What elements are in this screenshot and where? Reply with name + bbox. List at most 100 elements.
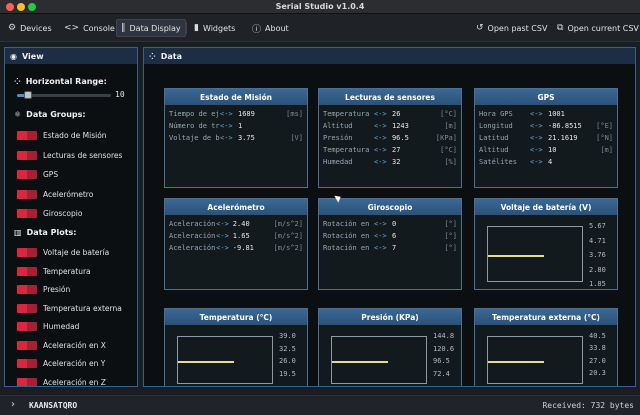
dataset-row: Rotación en Y <-> 6 [°] [323,230,457,242]
group-title: Estado de Misión [165,89,307,105]
dataset-row: Rotación en Z <-> 7 [°] [323,242,457,254]
toggle-row[interactable]: Temperatura externa [17,303,122,313]
toggle-row[interactable]: Giroscopio [17,209,82,218]
horizontal-range-heading: ⁘ Horizontal Range: [14,77,107,86]
console-button[interactable]: <> Console [60,19,119,37]
plot-widget: Presión (KPa) 144.8 120.6 96.5 72.4 [318,308,462,386]
toggle-knob [17,359,27,368]
toggle-switch[interactable] [17,170,37,179]
arrows-icon: <-> [530,146,543,154]
toggle-knob [17,303,27,313]
toggle-switch[interactable] [17,340,37,350]
toggle-track [27,266,37,276]
dataset-row: Latitud <-> 21.1619 [°N] [479,132,613,144]
widgets-button[interactable]: ▮ Widgets [190,19,239,37]
toggle-row[interactable]: Acelerómetro [17,189,93,199]
dataset-label: Aceleración e [169,232,216,240]
data-panel-title: Data [160,51,182,61]
dataset-label: Satélites [479,158,517,166]
toggle-row[interactable]: Aceleración en X [17,340,106,350]
toggle-switch[interactable] [17,150,37,160]
data-display-button[interactable]: ‖ Data Display [116,19,186,37]
arrows-icon: <-> [374,232,387,240]
toggle-knob [17,377,27,386]
dataset-label: Latitud [479,134,509,142]
toggle-row[interactable]: Estado de Misión [17,131,107,140]
group-widget: AcelerómetroAceleración e<->2.40[m/s^2]A… [164,198,308,290]
view-panel-header: ◉ View [5,48,137,64]
eye-icon: ◉ [10,51,17,61]
toggle-switch[interactable] [17,303,37,313]
arrows-icon: <-> [216,244,229,252]
dataset-unit: [°C] [440,110,457,118]
toggle-row[interactable]: GPS [17,170,58,179]
toggle-label: Humedad [43,322,80,331]
toggle-row[interactable]: Temperatura [17,266,91,276]
toggle-knob [17,131,27,140]
dataset-unit: [°E] [596,122,613,130]
toggle-track [27,322,37,331]
dataset-value: 26 [392,110,401,118]
dataset-label: Rotación en Y [323,232,374,240]
dataset-unit: [KPa] [435,134,457,142]
code-icon: <> [64,23,80,33]
plot-widget: Temperatura externa (°C) 40.5 33.8 27.0 20.3 [474,308,618,386]
dataset-label: Longitud [479,122,513,130]
open-current-csv-button[interactable]: ⧉ Open current CSV [553,19,640,37]
toggle-row[interactable]: Voltaje de batería [17,248,109,257]
toggle-row[interactable]: Humedad [17,322,79,331]
dataset-label: Aceleración e [169,220,216,228]
toggle-knob [17,248,27,257]
dataset-value: -9.81 [232,244,254,252]
dataset-row: Número de tra <-> 1 [169,120,303,132]
toggle-label: GPS [43,170,59,179]
dataset-row: Voltaje de ba <-> 3.75 [V] [169,132,303,144]
toggle-switch[interactable] [17,248,37,257]
toggle-label: Aceleración en Y [43,359,106,368]
toggle-switch[interactable] [17,377,37,386]
arrows-icon: <-> [374,220,387,228]
toggle-track [27,170,37,179]
dataset-label: Rotación en Z [323,244,374,252]
chevron-right-icon[interactable]: › [11,399,15,410]
dataset-row: Aceleración e<->-9.81 [m/s^2] [169,242,303,254]
data-panel: ⁘ Data Estado de Misión Tiempo de eje <-> 1… [143,47,636,387]
dataset-label: Voltaje de ba [169,134,220,142]
info-icon: ⓘ [252,24,262,35]
arrows-icon: <-> [220,110,233,118]
open-past-csv-button[interactable]: ↺ Open past CSV [472,19,551,37]
group-widget: Estado de Misión Tiempo de eje <-> 1689 [ms]… [164,88,308,188]
toggle-row[interactable]: Aceleración en Z [17,377,106,386]
toggle-row[interactable]: Aceleración en Y [17,359,105,368]
plot-area [331,336,427,384]
toggle-switch[interactable] [17,209,37,218]
group-body: Tiempo de eje <-> 1689 [ms] Número de tra <->… [165,105,307,147]
toggle-switch[interactable] [17,285,37,294]
dataset-value: 32 [392,158,401,166]
devices-button[interactable]: ⚙ Devices [4,19,56,37]
dataset-value: 1689 [238,110,255,118]
arrows-icon: <-> [374,244,387,252]
toggle-switch[interactable] [17,131,37,140]
toggle-row[interactable]: Presión [17,285,70,294]
y-tick-label: 40.5 [589,332,606,340]
toggle-knob [17,150,27,160]
toggle-track [27,285,37,294]
toggle-switch[interactable] [17,359,37,368]
toggle-switch[interactable] [17,322,37,331]
y-tick-label: 96.5 [433,357,450,366]
window-title: Serial Studio v1.0.4 [275,2,365,11]
about-button[interactable]: ⓘ About [248,19,293,37]
external-link-icon: ⧉ [557,23,564,33]
toggle-switch[interactable] [17,266,37,276]
toggle-switch[interactable] [17,189,37,199]
toggle-track [27,377,37,386]
slider-thumb[interactable] [24,91,33,99]
toggle-row[interactable]: Lecturas de sensores [17,150,122,160]
plot-title: Voltaje de batería (V) [475,199,617,215]
dataset-value: 3.75 [238,134,255,142]
horizontal-range-slider[interactable] [17,91,111,99]
group-body: Temperatura <-> 26 [°C] Altitud <-> 1243 [m] Pre… [319,105,461,171]
y-tick-label: 19.5 [279,369,296,378]
toggle-track [27,131,37,140]
